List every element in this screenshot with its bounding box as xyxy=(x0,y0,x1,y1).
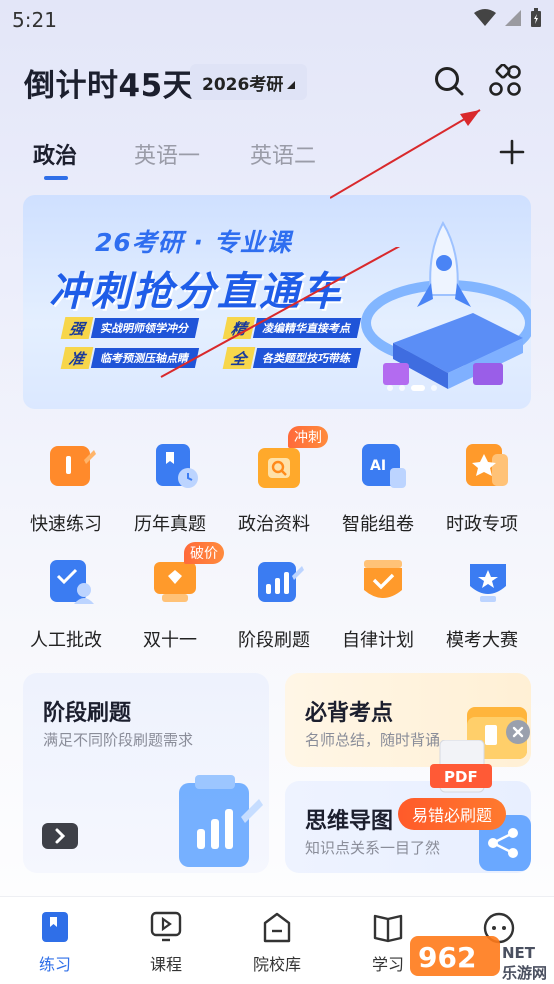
self-discipline-icon xyxy=(364,560,402,598)
tab-english-two[interactable]: 英语二 xyxy=(250,138,316,170)
stage-practice-icon xyxy=(258,562,304,602)
active-tab-indicator xyxy=(44,176,68,180)
nav-school-library[interactable]: 院校库 xyxy=(242,911,312,977)
grid-past-exams[interactable]: 历年真题 xyxy=(118,440,222,550)
manual-grading-icon xyxy=(50,560,94,604)
practice-icon xyxy=(42,912,68,942)
site-watermark-logo-icon: 962 NET 乐游网 xyxy=(410,936,547,982)
school-library-icon xyxy=(263,912,291,943)
year-selector-label: 2026考研 xyxy=(202,74,284,95)
past-exams-icon xyxy=(156,444,198,488)
svg-text:962: 962 xyxy=(418,941,476,974)
current-affairs-icon xyxy=(466,444,508,486)
svg-text:乐游网: 乐游网 xyxy=(502,964,547,982)
card-desc: 名师总结，随时背诵 xyxy=(305,731,441,749)
svg-text:AI: AI xyxy=(370,458,386,474)
error-prone-practice-button[interactable]: 易错必刷题 xyxy=(398,798,507,830)
key-points-card[interactable]: 必背考点 名师总结，随时背诵 xyxy=(285,673,531,767)
status-time: 5:21 xyxy=(12,8,57,32)
card-title: 必背考点 xyxy=(305,701,394,726)
grid-double-eleven[interactable]: 双十一 xyxy=(118,556,222,666)
tab-english-one[interactable]: 英语一 xyxy=(134,138,200,170)
chevron-right-icon xyxy=(55,828,66,844)
countdown-title: 倒计时45天 xyxy=(24,68,195,104)
ai-paper-icon: AI xyxy=(362,444,406,488)
battery-icon xyxy=(531,8,541,27)
annotation-arrow-icon xyxy=(160,247,401,378)
promo-banner[interactable]: 26考研 · 专业课 冲刺抢分直通车 强 实战明师领学冲分 精 凌编精华直接考点… xyxy=(23,195,531,409)
grid-self-discipline[interactable]: 自律计划 xyxy=(326,556,430,666)
grid-mock-exam[interactable]: 模考大赛 xyxy=(430,556,534,666)
signal-icon xyxy=(505,10,521,26)
dropdown-triangle-icon xyxy=(287,81,296,89)
study-icon xyxy=(373,914,403,943)
annotation-arrow-head-icon xyxy=(330,109,481,199)
grid-quick-practice[interactable]: 快速练习 xyxy=(14,440,118,550)
nav-course[interactable]: 课程 xyxy=(131,911,201,977)
card-title: 阶段刷题 xyxy=(43,701,132,726)
status-bar: 5:21 xyxy=(0,0,554,40)
nav-practice[interactable]: 练习 xyxy=(20,911,90,977)
price-cut-badge: 破价 xyxy=(184,542,224,564)
year-selector[interactable]: 2026考研 xyxy=(190,64,308,100)
svg-text:NET: NET xyxy=(502,944,536,962)
grid-ai-paper[interactable]: AI 智能组卷 xyxy=(326,440,430,550)
grid-manual-grading[interactable]: 人工批改 xyxy=(14,556,118,666)
grid-politics-materials[interactable]: 政治资料 xyxy=(222,440,326,550)
status-icons xyxy=(474,8,542,28)
add-subject-icon[interactable] xyxy=(496,136,528,168)
svg-text:PDF: PDF xyxy=(444,768,478,786)
quick-practice-icon xyxy=(50,446,96,486)
close-icon xyxy=(512,726,524,738)
card-desc: 满足不同阶段刷题需求 xyxy=(43,731,194,749)
pdf-document-icon: PDF xyxy=(430,740,492,793)
card-desc: 知识点关系一目了然 xyxy=(305,839,441,857)
course-icon xyxy=(150,911,182,942)
grid-stage-practice[interactable]: 阶段刷题 xyxy=(222,556,326,666)
chart-board-illustration-icon xyxy=(179,775,263,867)
sprint-badge: 冲刺 xyxy=(288,426,328,448)
tab-politics[interactable]: 政治 xyxy=(33,138,77,170)
wifi-icon xyxy=(474,9,496,26)
banner-pagination xyxy=(387,385,437,391)
card-title: 思维导图 xyxy=(305,809,394,834)
go-button[interactable] xyxy=(42,823,78,849)
grid-menu-icon[interactable] xyxy=(488,64,522,98)
grid-current-affairs[interactable]: 时政专项 xyxy=(430,440,534,550)
mock-exam-icon xyxy=(470,564,506,602)
close-overlay-button[interactable] xyxy=(506,720,530,744)
